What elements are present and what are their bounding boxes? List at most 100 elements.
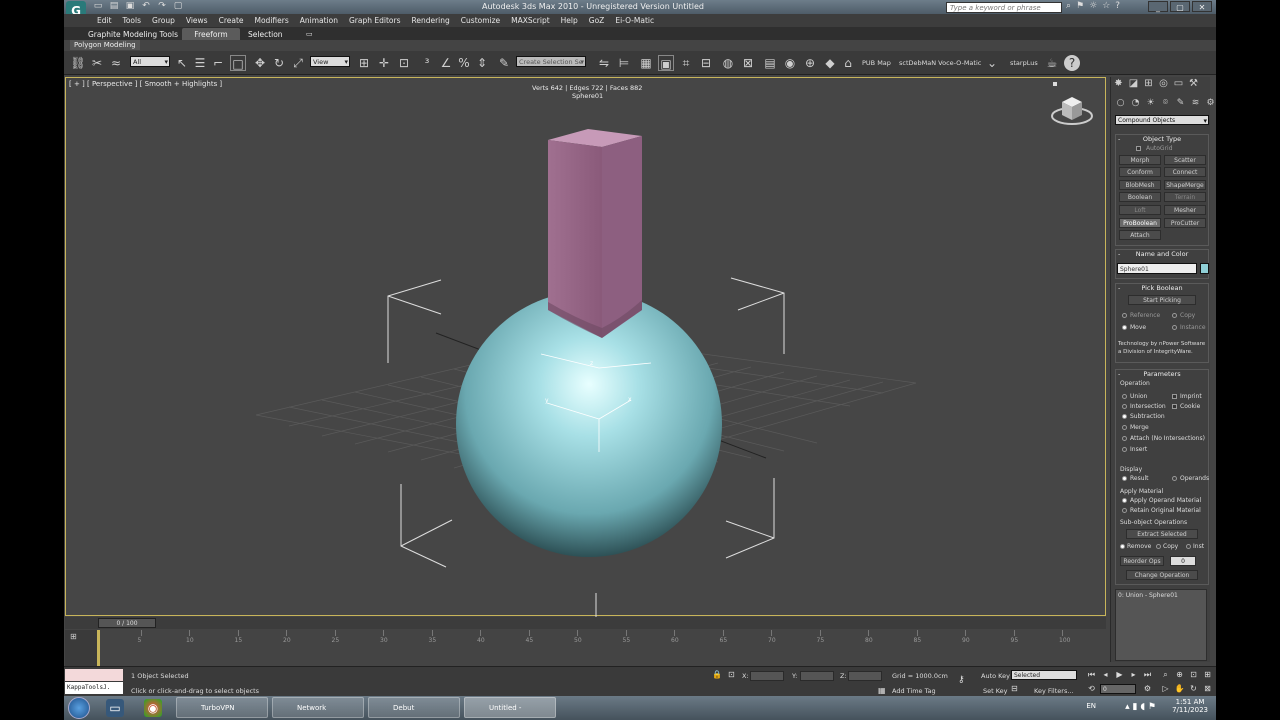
tab-freeform[interactable]: Freeform	[182, 28, 240, 40]
move-icon[interactable]: ✥	[252, 55, 268, 71]
align-icon[interactable]: ⊨	[616, 55, 632, 71]
chevron-down-icon[interactable]: ⌄	[984, 55, 1000, 71]
zoom-extents-icon[interactable]: ⊡	[1188, 670, 1199, 680]
object-type-header[interactable]: Object Type	[1116, 135, 1208, 144]
operation-list[interactable]: 0: Union - Sphere01	[1115, 589, 1207, 661]
taskbar-turbovpn[interactable]: TurboVPN	[176, 697, 268, 718]
redo-icon[interactable]: ↷	[156, 1, 168, 12]
object-color-swatch[interactable]	[1200, 263, 1209, 274]
active-shade-icon[interactable]: ◆	[822, 55, 838, 71]
key-selection-dropdown[interactable]: Selected	[1011, 670, 1077, 680]
object-name-field[interactable]: Sphere01	[1117, 263, 1197, 274]
name-color-header[interactable]: Name and Color	[1116, 250, 1208, 259]
pick-boolean-header[interactable]: Pick Boolean	[1116, 284, 1208, 293]
menu-goz[interactable]: GoZ	[586, 14, 613, 27]
graphite-toggle-icon[interactable]: ▣	[658, 55, 674, 71]
render-iterative-icon[interactable]: ⊕	[802, 55, 818, 71]
open-file-icon[interactable]: ▤	[108, 1, 120, 12]
union-radio[interactable]	[1122, 394, 1127, 399]
extract-selected-button[interactable]: Extract Selected	[1126, 529, 1198, 539]
menu-ei-o-matic[interactable]: Ei-O-Matic	[612, 14, 662, 27]
conform-button[interactable]: Conform	[1119, 167, 1161, 177]
key-mode-icon[interactable]: ⟲	[1086, 684, 1097, 694]
intersection-radio[interactable]	[1122, 404, 1127, 409]
move-radio[interactable]	[1122, 325, 1127, 330]
named-selection-dropdown[interactable]: Create Selection Se	[516, 56, 586, 68]
lights-icon[interactable]: ☀	[1145, 98, 1156, 109]
rotate-icon[interactable]: ↻	[271, 55, 287, 71]
space-warps-icon[interactable]: ≋	[1190, 98, 1201, 109]
change-operation-button[interactable]: Change Operation	[1126, 570, 1198, 580]
menu-rendering[interactable]: Rendering	[408, 14, 457, 27]
tab-graphite-modeling-tools[interactable]: Graphite Modeling Tools	[80, 28, 186, 40]
attach-button[interactable]: Attach	[1119, 230, 1161, 240]
result-radio[interactable]	[1122, 476, 1127, 481]
start-picking-button[interactable]: Start Picking	[1128, 295, 1196, 305]
undo-icon[interactable]: ↶	[140, 1, 152, 12]
instance-radio[interactable]	[1172, 325, 1177, 330]
merge-radio[interactable]	[1122, 425, 1127, 430]
shapemerge-button[interactable]: ShapeMerge	[1164, 180, 1206, 190]
menu-tools[interactable]: Tools	[120, 14, 149, 27]
display-tab-icon[interactable]: ▭	[1173, 78, 1184, 90]
subtraction-radio[interactable]	[1122, 414, 1127, 419]
lock-icon[interactable]: 🔒	[712, 670, 722, 679]
key-icon[interactable]: ⚷	[958, 675, 965, 685]
modify-tab-icon[interactable]: ◪	[1128, 78, 1139, 90]
copy-radio[interactable]	[1172, 313, 1177, 318]
auto-key-button[interactable]: Auto Key	[981, 672, 1010, 680]
help-circle-icon[interactable]: ?	[1064, 55, 1080, 71]
perspective-viewport[interactable]: z x y [ + ] [ Perspective ] [ Smooth + H…	[65, 77, 1106, 617]
apply-operand-material-radio[interactable]	[1122, 498, 1127, 503]
x-coordinate-field[interactable]	[750, 671, 784, 681]
minimize-button[interactable]: _	[1148, 1, 1168, 12]
next-frame-icon[interactable]: ▸	[1128, 670, 1139, 680]
help-icon[interactable]: ?	[1115, 1, 1120, 11]
angle-snap-icon[interactable]: ∠	[438, 55, 454, 71]
layer-manager-icon[interactable]: ▦	[638, 55, 654, 71]
absolute-mode-icon[interactable]: ⊡	[728, 670, 735, 679]
go-to-end-icon[interactable]: ⏭	[1142, 670, 1153, 680]
proboolean-button[interactable]: ProBoolean	[1119, 218, 1161, 228]
menu-graph-editors[interactable]: Graph Editors	[346, 14, 409, 27]
communication-icon[interactable]: ☼	[1089, 1, 1097, 11]
pan-icon[interactable]: ✋	[1174, 684, 1185, 694]
tab-selection[interactable]: Selection	[240, 28, 291, 40]
percent-snap-icon[interactable]: %	[456, 55, 472, 71]
pivot-center-icon[interactable]: ⊞	[356, 55, 372, 71]
curve-editor-icon[interactable]: ⌗	[678, 55, 694, 71]
spinner-snap-icon[interactable]: ⇕	[474, 55, 490, 71]
mesher-button[interactable]: Mesher	[1164, 205, 1206, 215]
select-manipulate-icon[interactable]: ✛	[376, 55, 392, 71]
menu-create[interactable]: Create	[216, 14, 252, 27]
set-key-filter-icon[interactable]: ⊟	[1011, 684, 1018, 693]
keyboard-shortcut-icon[interactable]: ⊡	[396, 55, 412, 71]
remove-radio[interactable]	[1120, 544, 1125, 549]
teapot-icon[interactable]: ☕	[1044, 55, 1060, 71]
favorites-icon[interactable]: ☆	[1102, 1, 1110, 11]
previous-frame-icon[interactable]: ◂	[1100, 670, 1111, 680]
utilities-tab-icon[interactable]: ⚒	[1188, 78, 1199, 90]
menu-modifiers[interactable]: Modifiers	[252, 14, 297, 27]
maximize-button[interactable]: ▢	[1170, 1, 1190, 12]
attach-no-intersections-radio[interactable]	[1122, 436, 1127, 441]
current-frame-field[interactable]: 0	[1100, 684, 1136, 694]
time-config-icon[interactable]: ⚙	[1142, 684, 1153, 694]
time-tag-icon[interactable]: ▦	[878, 686, 886, 695]
reorder-ops-spinner[interactable]: 0	[1170, 556, 1196, 566]
procutter-button[interactable]: ProCutter	[1164, 218, 1206, 228]
z-coordinate-field[interactable]	[848, 671, 882, 681]
reorder-ops-button[interactable]: Reorder Ops	[1120, 556, 1164, 566]
menu-animation[interactable]: Animation	[297, 14, 346, 27]
connect-button[interactable]: Connect	[1164, 167, 1206, 177]
orbit-icon[interactable]: ↻	[1188, 684, 1199, 694]
start-button[interactable]	[68, 697, 90, 719]
selection-filter-dropdown[interactable]: All	[130, 56, 170, 68]
rendered-frame-icon[interactable]: ▤	[762, 55, 778, 71]
loft-button[interactable]: Loft	[1119, 205, 1161, 215]
render-setup-icon[interactable]: ⊠	[740, 55, 756, 71]
shapes-icon[interactable]: ◔	[1130, 98, 1141, 109]
plugin-voce-o-matic[interactable]: sctDebMaN Voce-O-Matic	[899, 59, 981, 67]
taskbar-debut[interactable]: Debut Profession...	[368, 697, 460, 718]
reference-radio[interactable]	[1122, 313, 1127, 318]
